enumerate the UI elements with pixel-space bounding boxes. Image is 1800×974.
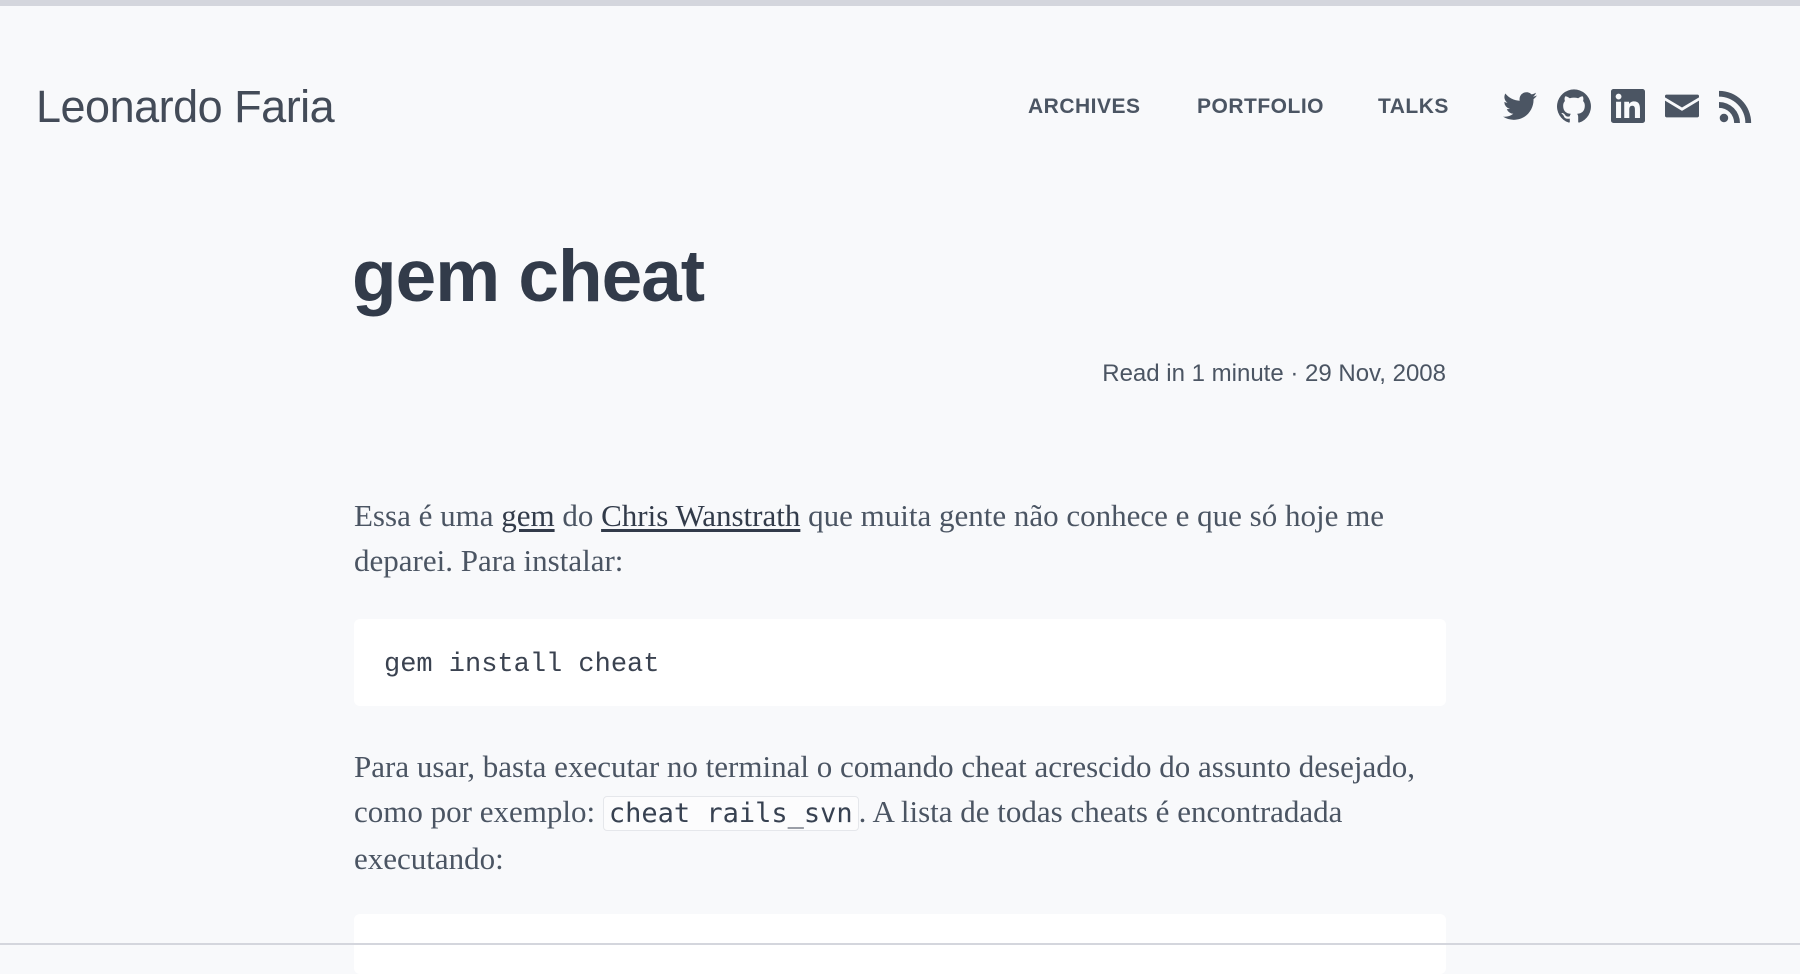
- post-paragraph-2: Para usar, basta executar no terminal o …: [354, 744, 1446, 881]
- paragraph-text: Essa é uma: [354, 498, 502, 533]
- nav-item-archives[interactable]: ARCHIVES: [1028, 94, 1141, 120]
- site-title-link[interactable]: Leonardo Faria: [36, 79, 335, 135]
- code-install-command: gem install cheat: [384, 650, 660, 680]
- github-icon: [1557, 89, 1591, 123]
- email-icon: [1665, 94, 1699, 118]
- nav-item-talks[interactable]: TALKS: [1378, 94, 1449, 120]
- chris-wanstrath-link[interactable]: Chris Wanstrath: [601, 498, 800, 533]
- linkedin-link[interactable]: [1611, 89, 1645, 123]
- github-link[interactable]: [1557, 89, 1591, 123]
- nav-item-portfolio[interactable]: PORTFOLIO: [1197, 94, 1324, 120]
- rss-link[interactable]: [1719, 89, 1753, 123]
- rss-icon: [1719, 90, 1752, 123]
- post-paragraph-1: Essa é uma gem do Chris Wanstrath que mu…: [354, 493, 1446, 583]
- inline-code: cheat rails_svn: [602, 796, 859, 831]
- code-block-install: gem install cheat: [354, 619, 1446, 706]
- linkedin-icon: [1611, 89, 1645, 123]
- twitter-link[interactable]: [1503, 89, 1537, 123]
- post-meta: Read in 1 minute · 29 Nov, 2008: [1102, 360, 1446, 387]
- paragraph-text: do: [554, 498, 602, 533]
- gem-link[interactable]: gem: [501, 498, 554, 533]
- email-link[interactable]: [1665, 89, 1699, 123]
- twitter-icon: [1503, 92, 1537, 120]
- post-title: gem cheat: [352, 236, 705, 317]
- top-border: [0, 0, 1800, 6]
